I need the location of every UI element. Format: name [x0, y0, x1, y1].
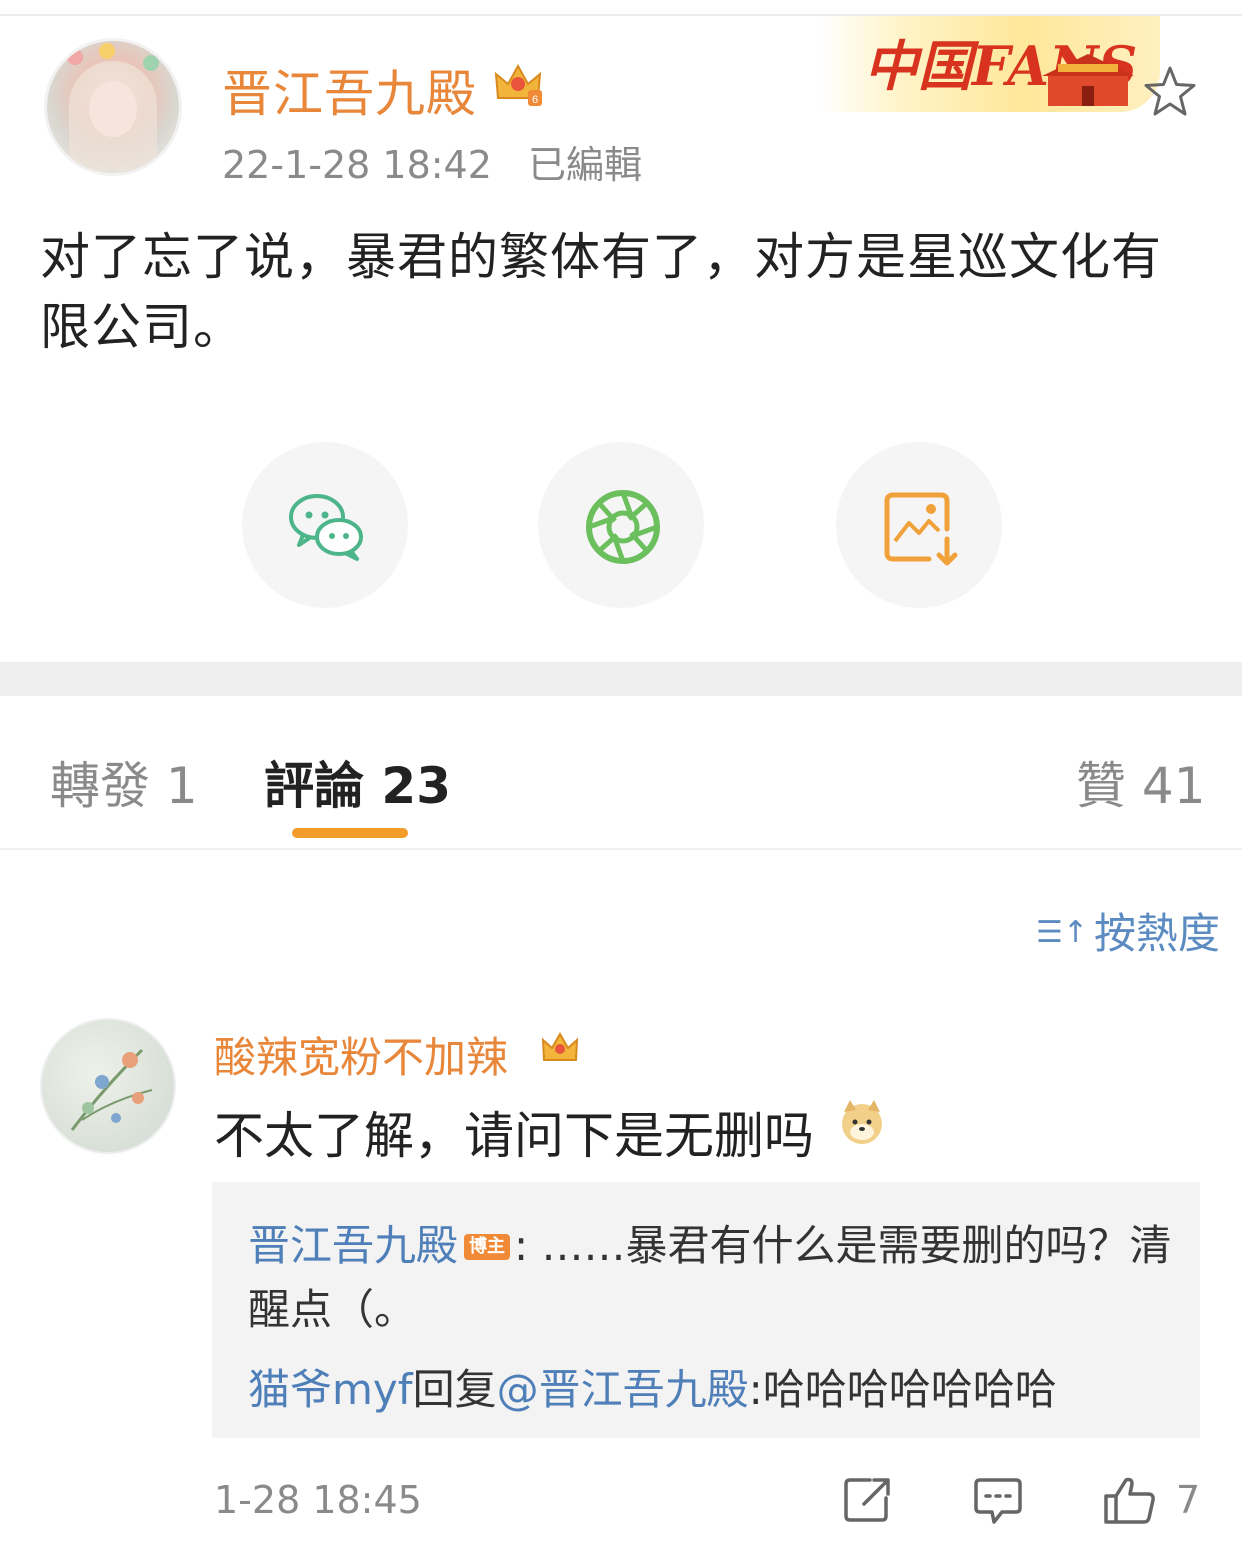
svg-text:6: 6: [532, 94, 538, 106]
edited-label: 已編輯: [528, 143, 643, 187]
post-author-name[interactable]: 晋江吾九殿: [222, 54, 477, 126]
vip-crown-icon: [541, 1031, 579, 1061]
comment-timestamp: 1-28 18:45: [214, 1478, 422, 1522]
share-wechat-button[interactable]: [242, 442, 408, 608]
reply-item: 晋江吾九殿 博主: ……暴君有什么是需要删的吗？清醒点（。: [248, 1214, 1178, 1342]
share-moments-button[interactable]: [538, 442, 704, 608]
share-comment-icon[interactable]: [842, 1474, 894, 1526]
active-tab-indicator: [292, 828, 408, 838]
sort-label: 按熱度: [1094, 909, 1221, 958]
tab-divider: [0, 848, 1242, 850]
reply-item: 猫爷myf回复@晋江吾九殿:哈哈哈哈哈哈哈: [248, 1356, 1057, 1417]
vip-crown-icon: 6: [494, 63, 542, 106]
avatar-flower: [67, 49, 83, 65]
sort-icon: ☰↑: [1036, 915, 1089, 950]
tab-likes[interactable]: 贊 41: [1076, 746, 1206, 818]
reply-comment-icon[interactable]: [972, 1474, 1024, 1526]
reply2-text: :哈哈哈哈哈哈哈: [748, 1365, 1057, 1414]
sort-button[interactable]: ☰↑ 按熱度: [1036, 900, 1220, 961]
comment-text: 不太了解，请问下是无删吗: [214, 1107, 814, 1165]
commenter-avatar[interactable]: [40, 1018, 176, 1154]
commenter-name[interactable]: 酸辣宽粉不加辣: [214, 1024, 508, 1085]
avatar-flower: [99, 43, 115, 59]
wechat-icon: [289, 494, 363, 561]
like-count: 7: [1176, 1478, 1201, 1522]
blogger-badge: 博主: [464, 1234, 511, 1260]
save-image-button[interactable]: [836, 442, 1002, 608]
reply2-verb: 回复: [412, 1365, 497, 1414]
reply2-mention[interactable]: @晋江吾九殿: [497, 1365, 749, 1414]
fans-banner[interactable]: 中国FANS: [820, 16, 1160, 112]
like-thumb-icon[interactable]: [1102, 1474, 1158, 1526]
post-timestamp: 22-1-28 18:42: [222, 143, 492, 187]
reply2-author[interactable]: 猫爷myf: [248, 1365, 413, 1414]
section-divider: [0, 662, 1242, 696]
moments-icon: [586, 490, 660, 564]
save-image-icon: [884, 492, 958, 566]
favorite-star-icon[interactable]: [1140, 62, 1200, 122]
floral-avatar-image: [70, 1048, 153, 1131]
author-avatar[interactable]: [44, 38, 182, 176]
post-body: 对了忘了说，暴君的繁体有了，对方是星巡文化有限公司。: [40, 228, 1162, 356]
tab-reposts[interactable]: 轉發 1: [50, 746, 198, 818]
tiananmen-icon: [1042, 54, 1134, 106]
post-meta: 22-1-28 18:42 已編輯: [222, 134, 642, 189]
avatar-face: [89, 81, 137, 137]
reply-author[interactable]: 晋江吾九殿: [248, 1221, 458, 1270]
doge-emoji-icon: [842, 1100, 882, 1144]
tab-comments[interactable]: 評論 23: [264, 746, 451, 818]
avatar-flower: [143, 55, 159, 71]
